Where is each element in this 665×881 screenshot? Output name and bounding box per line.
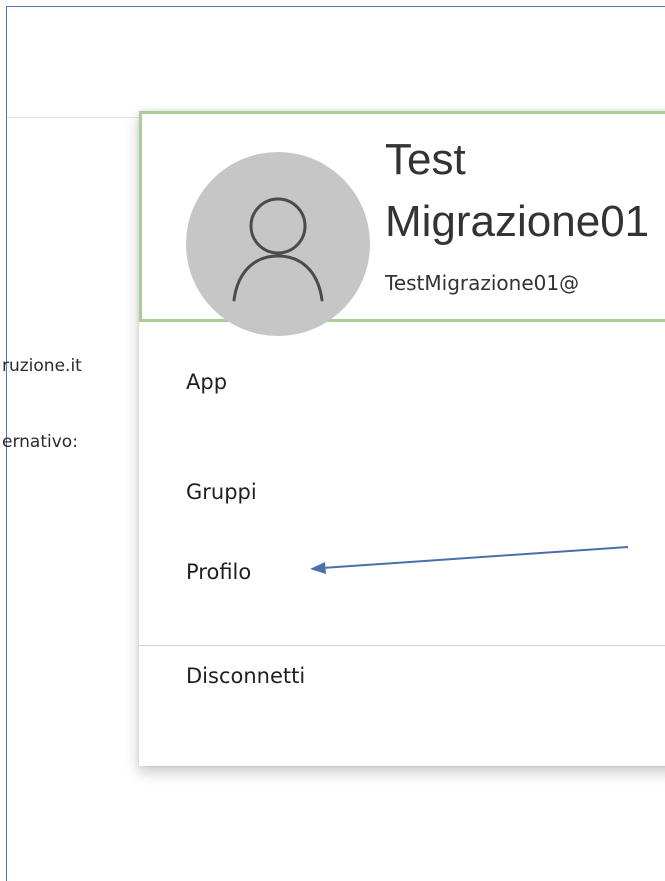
user-name-first: Test (385, 135, 466, 184)
background-text: ernativo: (2, 432, 78, 452)
menu-item-gruppi[interactable]: Gruppi (186, 480, 257, 504)
signout-button[interactable]: Disconnetti (186, 664, 305, 688)
avatar (186, 152, 370, 336)
account-menu: Test Migrazione01 TestMigrazione01@ App … (139, 111, 665, 766)
menu-item-app[interactable]: App (186, 370, 227, 394)
menu-item-profilo[interactable]: Profilo (186, 560, 251, 584)
person-outline-icon (232, 197, 324, 302)
user-name-last: Migrazione01 (385, 197, 650, 246)
screenshot-frame: ruzione.it ernativo: Test Migrazione01 T… (0, 0, 665, 881)
background-text: ruzione.it (2, 356, 82, 376)
user-email: TestMigrazione01@ (385, 271, 580, 295)
profile-header[interactable]: Test Migrazione01 TestMigrazione01@ (139, 111, 665, 336)
menu-divider (139, 645, 665, 646)
frame-border-top (6, 6, 665, 7)
